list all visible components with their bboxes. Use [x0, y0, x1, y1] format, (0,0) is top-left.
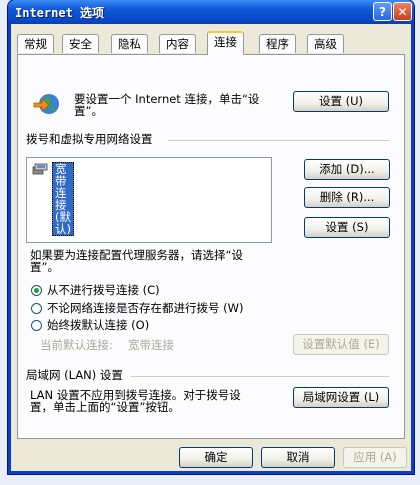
title-bar[interactable]: Internet 选项 ? ✕: [8, 0, 414, 24]
internet-options-window: Internet 选项 ? ✕ 常规 安全 隐私 内容 连接 程序 高级 要设置…: [8, 0, 414, 474]
window-title: Internet 选项: [15, 6, 105, 20]
remove-button[interactable]: 删除 (R)...: [304, 187, 390, 208]
setup-instructions-line2: 置”。: [74, 104, 103, 118]
lan-divider: [130, 376, 390, 377]
proxy-note-line2: 置”。: [30, 260, 59, 274]
radio-never-dial[interactable]: [31, 285, 42, 296]
set-default-button[interactable]: 设置默认值 (E): [293, 334, 389, 355]
list-item-label: 宽带连接 (默认): [52, 162, 74, 236]
internet-globe-icon: [33, 94, 59, 114]
tab-advanced[interactable]: 高级: [307, 34, 344, 53]
dialup-divider: [168, 140, 390, 141]
radio-always-dial-default[interactable]: [31, 320, 42, 331]
tab-general[interactable]: 常规: [17, 34, 54, 53]
radio-dial-whenever[interactable]: [31, 303, 42, 314]
ok-button[interactable]: 确定: [179, 447, 253, 468]
tab-security[interactable]: 安全: [62, 34, 99, 53]
connections-list[interactable]: 宽带连接 (默认): [26, 157, 272, 243]
tab-privacy[interactable]: 隐私: [111, 34, 148, 53]
current-default-label: 当前默认连接:: [40, 338, 113, 352]
proxy-note-line1: 如果要为连接配置代理服务器，请选择“设: [30, 248, 243, 262]
tab-connections[interactable]: 连接: [207, 31, 244, 55]
radio-always-dial-default-label[interactable]: 始终拨默认连接 (O): [47, 319, 149, 332]
tab-content[interactable]: 内容: [159, 34, 196, 53]
connection-icon: [32, 163, 48, 175]
help-button[interactable]: ?: [373, 2, 392, 21]
tab-programs[interactable]: 程序: [259, 34, 296, 53]
close-button[interactable]: ✕: [393, 2, 412, 21]
lan-section-header: 局域网 (LAN) 设置: [26, 368, 123, 382]
dialog-client-area: 常规 安全 隐私 内容 连接 程序 高级 要设置一个 Internet 连接，单…: [11, 24, 411, 471]
cancel-button[interactable]: 取消: [261, 447, 335, 468]
setup-button[interactable]: 设置 (U): [293, 91, 389, 112]
apply-button[interactable]: 应用 (A): [343, 447, 407, 468]
connections-page: 要设置一个 Internet 连接，单击“设 置”。 设置 (U) 拨号和虚拟专…: [17, 54, 405, 439]
lan-settings-button[interactable]: 局域网设置 (L): [293, 387, 389, 408]
settings-button[interactable]: 设置 (S): [304, 217, 390, 238]
radio-dial-whenever-label[interactable]: 不论网络连接是否存在都进行拨号 (W): [47, 302, 244, 315]
radio-never-dial-label[interactable]: 从不进行拨号连接 (C): [47, 284, 160, 297]
current-default-value: 宽带连接: [128, 338, 174, 352]
add-button[interactable]: 添加 (D)...: [304, 159, 390, 180]
dialup-section-header: 拨号和虚拟专用网络设置: [26, 132, 153, 146]
lan-note-line2: 置，单击上面的“设置”按钮。: [30, 400, 180, 414]
